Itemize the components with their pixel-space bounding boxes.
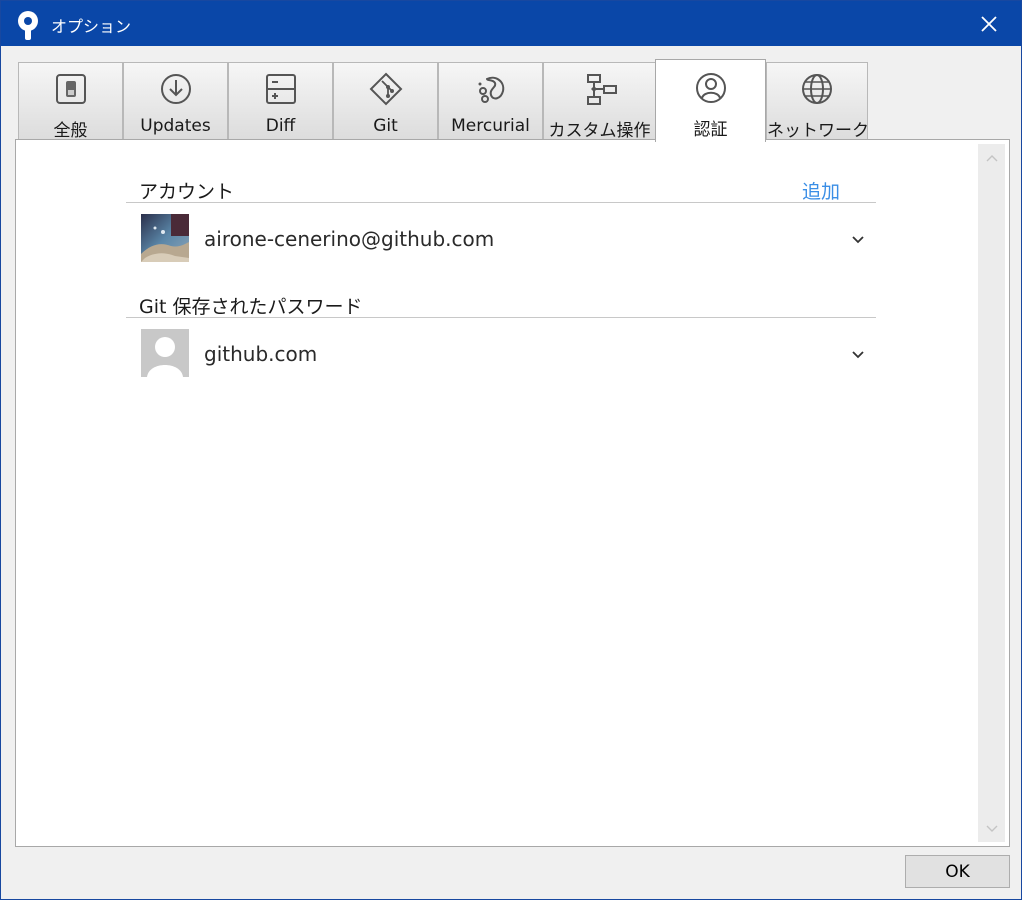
tab-general[interactable]: 全般	[18, 62, 123, 141]
tab-label: Git	[373, 116, 398, 136]
tab-git[interactable]: Git	[333, 62, 438, 140]
chevron-down-icon[interactable]	[851, 349, 865, 359]
user-circle-icon	[695, 73, 726, 103]
tab-authentication[interactable]: 認証	[655, 59, 766, 142]
tab-updates[interactable]: Updates	[123, 62, 228, 140]
password-host: github.com	[204, 342, 318, 366]
tab-label: Mercurial	[451, 116, 530, 136]
close-button[interactable]	[957, 1, 1021, 46]
sourcetree-logo-icon	[18, 11, 38, 40]
tab-label: ネットワーク	[767, 121, 869, 141]
account-row[interactable]: airone-cenerino@github.com	[141, 214, 876, 262]
mercurial-icon	[478, 76, 504, 103]
divider	[126, 202, 876, 203]
diff-icon	[265, 74, 296, 104]
globe-icon	[802, 74, 832, 104]
tab-label: 認証	[693, 120, 728, 140]
flowchart-icon	[586, 74, 617, 105]
tab-mercurial[interactable]: Mercurial	[438, 62, 543, 140]
password-row[interactable]: github.com	[141, 329, 876, 377]
tab-label: カスタム操作	[548, 121, 651, 141]
vertical-scrollbar[interactable]	[978, 144, 1005, 842]
tab-label: Diff	[265, 116, 296, 136]
scroll-up-button[interactable]	[978, 144, 1005, 171]
avatar	[141, 214, 189, 262]
chevron-down-icon[interactable]	[851, 234, 865, 244]
saved-passwords-section-title: Git 保存されたパスワード	[139, 296, 363, 318]
download-circle-icon	[160, 74, 191, 104]
chevron-up-icon	[986, 154, 997, 161]
tab-network[interactable]: ネットワーク	[766, 62, 869, 141]
divider	[126, 317, 876, 318]
tab-label: Updates	[140, 116, 211, 136]
default-user-avatar-icon	[141, 329, 189, 377]
add-account-link[interactable]: 追加	[802, 177, 840, 204]
tab-custom-actions[interactable]: カスタム操作	[543, 62, 656, 141]
tab-label: 全般	[53, 121, 88, 141]
title-bar: オプション	[1, 1, 1021, 46]
scroll-down-button[interactable]	[978, 815, 1005, 842]
chevron-down-icon	[986, 825, 997, 832]
git-icon	[369, 72, 402, 106]
ok-button[interactable]: OK	[905, 855, 1010, 888]
close-icon	[981, 15, 997, 32]
toggle-switch-icon	[55, 74, 86, 104]
tab-diff[interactable]: Diff	[228, 62, 333, 140]
accounts-section-title: アカウント	[139, 181, 235, 203]
window-title: オプション	[51, 17, 132, 36]
options-window: オプション 全般 Updates Diff Git Mercurial カスタム…	[0, 0, 1022, 900]
account-email: airone-cenerino@github.com	[204, 227, 495, 251]
